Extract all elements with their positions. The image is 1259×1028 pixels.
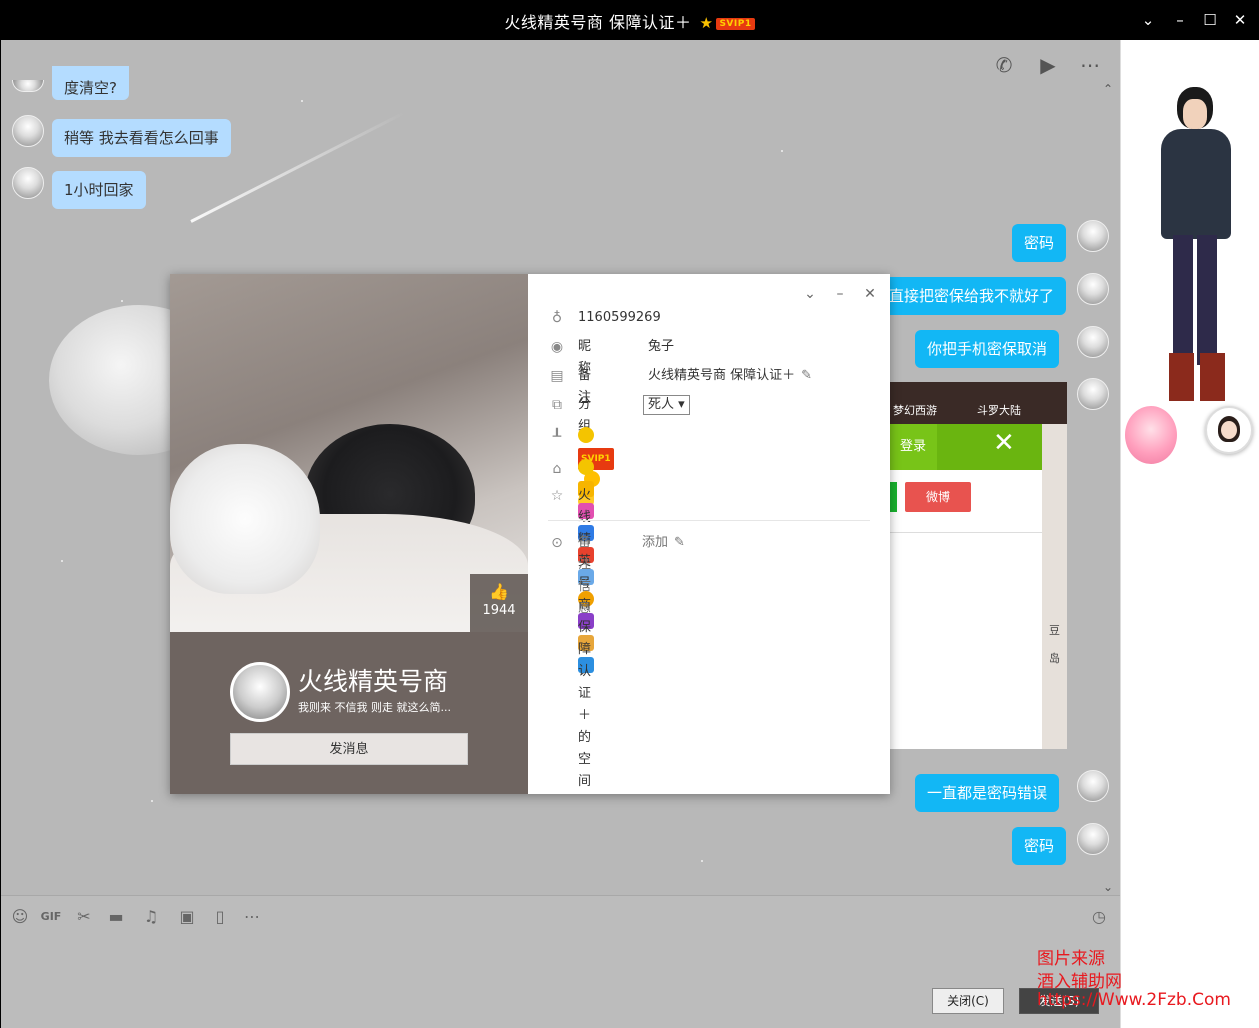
- cat-image: [170, 444, 320, 594]
- profile-avatar[interactable]: [230, 662, 290, 722]
- login-tab[interactable]: 登录: [889, 424, 937, 470]
- close-icon[interactable]: ✕: [860, 284, 880, 304]
- screen-record-icon[interactable]: ▯: [209, 906, 231, 928]
- more-icon[interactable]: ⋯: [1077, 52, 1103, 78]
- group-select[interactable]: 死人 ▾: [643, 395, 690, 415]
- message-bubble[interactable]: 一直都是密码错误: [915, 774, 1060, 812]
- avatar[interactable]: [12, 80, 44, 92]
- close-button[interactable]: 关闭(C): [932, 988, 1004, 1014]
- scroll-up-icon[interactable]: ⌃: [1101, 76, 1115, 102]
- message-input-area[interactable]: ☺ GIF ✂ ▬ ♫ ▣ ▯ ⋯ ◷ 关闭(C) 发送(S): [1, 895, 1120, 1028]
- avatar[interactable]: [1077, 378, 1109, 410]
- vip-badge: SVIP1: [716, 18, 755, 30]
- qq-number: 1160599269: [578, 310, 661, 325]
- send-message-button[interactable]: 发消息: [230, 733, 468, 765]
- more-icon[interactable]: ⋯: [241, 906, 263, 928]
- card-icon: ▤: [550, 368, 564, 384]
- message-bubble[interactable]: 度清空?: [52, 66, 129, 100]
- scroll-down-icon[interactable]: ⌄: [1101, 874, 1115, 895]
- profile-left-panel: 👍 1944 火线精英号商 我则来 不信我 则走 就这么简... 发消息: [170, 274, 528, 794]
- user-icon: ◉: [550, 339, 564, 355]
- profile-card[interactable]: 👍 1944 火线精英号商 我则来 不信我 则走 就这么简... 发消息 ⌄ –…: [170, 274, 890, 794]
- close-icon[interactable]: ✕: [1228, 8, 1252, 32]
- avatar[interactable]: [1077, 220, 1109, 252]
- scissors-icon[interactable]: ✂: [73, 906, 95, 928]
- message-bubble[interactable]: 你把手机密保取消: [915, 330, 1060, 368]
- penguin-icon: ♁: [551, 310, 563, 326]
- message-bubble[interactable]: 稍等 我去看看怎么回事: [52, 119, 231, 157]
- avatar-show-figure: [1141, 85, 1241, 405]
- user-avatar[interactable]: [1205, 406, 1253, 454]
- history-icon[interactable]: ◷: [1088, 906, 1110, 928]
- avatar[interactable]: [1077, 823, 1109, 855]
- emoji-icon[interactable]: ☺: [9, 906, 31, 928]
- thumbs-up-icon: 👍: [489, 582, 509, 601]
- ellipsis-circle-icon: ⊙: [551, 535, 563, 551]
- badge-icon: ⌂: [552, 461, 562, 477]
- watermark-line2: 酒入辅助网: [1037, 972, 1122, 992]
- close-icon[interactable]: ✕: [993, 428, 1015, 458]
- message-bubble[interactable]: 密码: [1012, 224, 1067, 262]
- phone-icon[interactable]: ✆: [991, 52, 1017, 78]
- video-icon[interactable]: ▶: [1035, 52, 1061, 78]
- pencil-icon[interactable]: ✎: [801, 368, 812, 383]
- avatar[interactable]: [12, 115, 44, 147]
- folder-icon[interactable]: ▬: [105, 906, 127, 928]
- star-icon: ★: [699, 14, 714, 32]
- avatar[interactable]: [1077, 326, 1109, 358]
- title-bar: 火线精英号商 保障认证＋ ★ SVIP1 ⌄ – ☐ ✕: [0, 0, 1259, 40]
- show-sidebar: [1120, 40, 1259, 1028]
- message-bubble[interactable]: 密码: [1012, 827, 1067, 865]
- game-name: 斗罗大陆: [977, 404, 1021, 417]
- profile-info-panel: ⌄ – ✕ ♁ 1160599269 ◉ 昵称 兔子 ▤ 备注 火线精英号商 保…: [528, 274, 890, 794]
- profile-signature: 我则来 不信我 则走 就这么简...: [298, 701, 451, 714]
- message-bubble[interactable]: 直接把密保给我不就好了: [861, 277, 1066, 315]
- watermark-line3: https://Www.2Fzb.Com: [1037, 990, 1231, 1010]
- nickname-value: 兔子: [648, 339, 675, 354]
- image-icon[interactable]: ▣: [176, 906, 198, 928]
- avatar[interactable]: [1077, 770, 1109, 802]
- shared-screenshot[interactable]: 梦幻西游 斗罗大陆 登录 ✕ 微博 豆 岛: [889, 382, 1067, 749]
- qq-penguin-icon: [578, 427, 594, 443]
- message-bubble[interactable]: 1小时回家: [52, 171, 146, 209]
- like-button[interactable]: 👍 1944: [470, 574, 528, 632]
- star-outline-icon: ☆: [550, 488, 564, 504]
- minimize-icon[interactable]: –: [830, 284, 850, 304]
- maximize-icon[interactable]: ☐: [1198, 8, 1222, 32]
- chevron-down-icon[interactable]: ⌄: [800, 284, 820, 304]
- chibi-pet-image[interactable]: [1125, 406, 1177, 464]
- add-remark-link[interactable]: 添加: [642, 535, 668, 550]
- window-title: 火线精英号商 保障认证＋ ★ SVIP1: [0, 9, 1259, 33]
- avatar[interactable]: [12, 167, 44, 199]
- watermark-line1: 图片来源: [1037, 949, 1105, 969]
- level-chart-icon: ┸: [552, 429, 562, 445]
- minimize-icon[interactable]: –: [1168, 8, 1192, 32]
- qq-penguin-icon[interactable]: [578, 459, 594, 475]
- divider: [548, 520, 870, 521]
- pencil-icon[interactable]: ✎: [674, 535, 685, 550]
- weibo-login-button[interactable]: 微博: [905, 482, 971, 512]
- gif-icon[interactable]: GIF: [40, 906, 62, 928]
- avatar[interactable]: [1077, 273, 1109, 305]
- like-count: 1944: [482, 603, 516, 618]
- profile-display-name: 火线精英号商: [298, 667, 449, 696]
- remark-value: 火线精英号商 保障认证＋: [648, 368, 796, 383]
- window-title-text: 火线精英号商 保障认证＋: [504, 13, 692, 32]
- music-icon[interactable]: ♫: [140, 906, 162, 928]
- chevron-down-icon[interactable]: ⌄: [1136, 8, 1160, 32]
- side-item: 豆: [1049, 624, 1060, 637]
- group-icon: ⧉: [552, 397, 562, 413]
- game-name: 梦幻西游: [893, 404, 937, 417]
- side-item: 岛: [1049, 652, 1060, 665]
